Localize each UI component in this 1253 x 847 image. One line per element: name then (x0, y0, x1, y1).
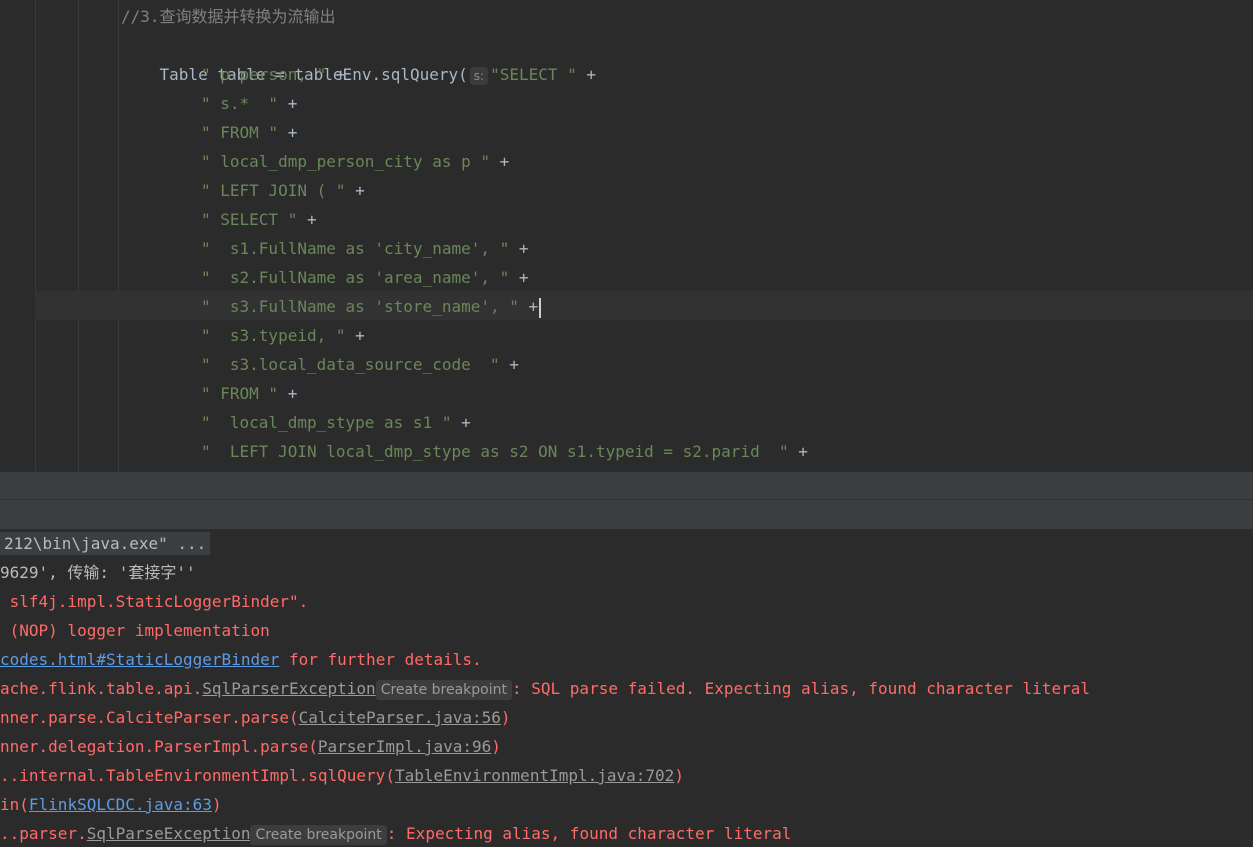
code-line-15[interactable]: " LEFT JOIN local_dmp_stype as s2 ON s1.… (201, 437, 808, 466)
code-line-5[interactable]: " local_dmp_person_city as p " + (201, 147, 509, 176)
code-string: " local_dmp_stype as s1 " (201, 413, 452, 432)
code-string: " s3.FullName as 'store_name', " (201, 297, 519, 316)
indent-guide (78, 0, 79, 471)
console-text: for further details. (279, 650, 482, 669)
indent-guide (118, 0, 119, 471)
plus-operator: + (518, 268, 529, 287)
plus-operator: + (528, 297, 539, 316)
create-breakpoint-button[interactable]: Create breakpoint (375, 679, 512, 700)
plus-operator: + (335, 65, 346, 84)
console-command-line[interactable]: 212\bin\java.exe" ... (0, 529, 211, 558)
plus-operator: + (499, 152, 510, 171)
exception-class-link[interactable]: SqlParseException (87, 824, 251, 843)
run-toolbar (0, 499, 1253, 529)
code-string: " LEFT JOIN local_dmp_stype as s2 ON s1.… (201, 442, 789, 461)
collapsed-command[interactable]: 212\bin\java.exe" ... (0, 532, 211, 555)
exception-message: : SQL parse failed. Expecting alias, fou… (512, 679, 1090, 698)
code-line-7[interactable]: " SELECT " + (201, 205, 317, 234)
code-string: " FROM " (201, 123, 279, 142)
stack-trace-line: in(FlinkSQLCDC.java:63) (0, 790, 222, 819)
code-line-3[interactable]: " s.* " + (201, 89, 297, 118)
console-line: 9629', 传输: '套接字'' (0, 563, 196, 582)
create-breakpoint-button[interactable]: Create breakpoint (250, 824, 387, 845)
code-comment: //3.查询数据并转换为流输出 (121, 7, 336, 26)
plus-operator: + (586, 65, 597, 84)
console-error-line: (NOP) logger implementation (0, 621, 270, 640)
code-line-6[interactable]: " LEFT JOIN ( " + (201, 176, 365, 205)
console-text: ) (500, 708, 511, 727)
console-text: ..parser. (0, 824, 87, 843)
stack-trace-line: nner.parse.CalciteParser.parse(CalcitePa… (0, 703, 511, 732)
console-error-line: codes.html#StaticLoggerBinder for furthe… (0, 645, 482, 674)
panel-splitter[interactable] (0, 471, 1253, 500)
code-line-12[interactable]: " s3.local_data_source_code " + (201, 350, 519, 379)
console-text: ache.flink.table.api. (0, 679, 203, 698)
console-error-line: slf4j.impl.StaticLoggerBinder". (0, 592, 309, 611)
code-string: " s2.FullName as 'area_name', " (201, 268, 510, 287)
code-string: " SELECT " (201, 210, 298, 229)
code-string: " local_dmp_person_city as p " (201, 152, 490, 171)
code-editor[interactable]: //3.查询数据并转换为流输出 Table table = tableEnv.s… (0, 0, 1253, 471)
console-text: in( (0, 795, 29, 814)
code-line-2[interactable]: " p.person, " + (201, 60, 346, 89)
code-string: " FROM " (201, 384, 279, 403)
console-text: ) (491, 737, 501, 756)
plus-operator: + (287, 384, 298, 403)
code-string: "SELECT " (490, 65, 577, 84)
code-string: " s.* " (201, 94, 279, 113)
code-line-9[interactable]: " s2.FullName as 'area_name', " + (201, 263, 529, 292)
source-link[interactable]: FlinkSQLCDC.java:63 (29, 795, 212, 814)
stack-trace-line: ..internal.TableEnvironmentImpl.sqlQuery… (0, 761, 684, 790)
code-string: " s1.FullName as 'city_name', " (201, 239, 510, 258)
plus-operator: + (355, 181, 365, 200)
plus-operator: + (306, 210, 317, 229)
code-line-1[interactable]: Table table = tableEnv.sqlQuery(s: "SELEC… (121, 31, 596, 85)
parameter-hint: s: (469, 66, 489, 85)
console-text: ) (211, 795, 222, 814)
plus-operator: + (509, 355, 519, 374)
code-line-13[interactable]: " FROM " + (201, 379, 297, 408)
plus-operator: + (355, 326, 365, 345)
plus-operator: + (287, 94, 298, 113)
source-link[interactable]: CalciteParser.java:56 (299, 708, 501, 727)
code-line-14[interactable]: " local_dmp_stype as s1 " + (201, 408, 471, 437)
source-link[interactable]: TableEnvironmentImpl.java:702 (395, 766, 674, 785)
stack-trace-line: nner.delegation.ParserImpl.parse(ParserI… (0, 732, 501, 761)
docs-link[interactable]: codes.html#StaticLoggerBinder (0, 650, 279, 669)
console-text: ) (674, 766, 684, 785)
plus-operator: + (287, 123, 298, 142)
plus-operator: + (798, 442, 808, 461)
console-text: nner.parse.CalciteParser.parse( (0, 708, 299, 727)
console-exception-line: ..parser.SqlParseException Create breakpo… (0, 819, 791, 847)
code-string: " LEFT JOIN ( " (201, 181, 346, 200)
gutter-divider (35, 0, 36, 471)
console-text: ..internal.TableEnvironmentImpl.sqlQuery… (0, 766, 395, 785)
plus-operator: + (518, 239, 529, 258)
text-cursor (539, 297, 542, 318)
console-text: nner.delegation.ParserImpl.parse( (0, 737, 318, 756)
console-exception-line: ache.flink.table.api.SqlParserException C… (0, 674, 1090, 703)
plus-operator: + (461, 413, 471, 432)
source-link[interactable]: ParserImpl.java:96 (318, 737, 491, 756)
run-console[interactable]: 212\bin\java.exe" ... 9629', 传输: '套接字'' … (0, 529, 1253, 847)
exception-message: : Expecting alias, found character liter… (386, 824, 792, 843)
code-line-11[interactable]: " s3.typeid, " + (201, 321, 365, 350)
code-string: " s3.local_data_source_code " (201, 355, 500, 374)
exception-class-link[interactable]: SqlParserException (202, 679, 375, 698)
code-line-10[interactable]: " s3.FullName as 'store_name', " + (201, 292, 542, 321)
code-line-8[interactable]: " s1.FullName as 'city_name', " + (201, 234, 529, 263)
code-string: " p.person, " (201, 65, 327, 84)
code-line-4[interactable]: " FROM " + (201, 118, 297, 147)
code-string: " s3.typeid, " (201, 326, 346, 345)
